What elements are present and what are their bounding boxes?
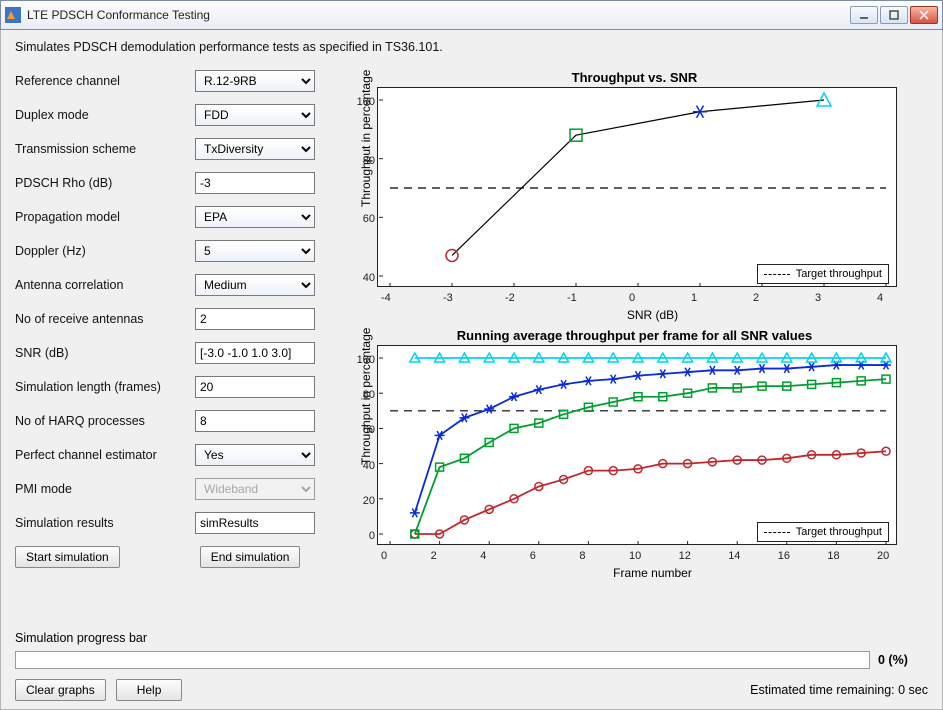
label-sim-length: Simulation length (frames) <box>15 380 195 394</box>
progress-bar <box>15 651 870 669</box>
clear-graphs-button[interactable]: Clear graphs <box>15 679 106 701</box>
select-perfect-est[interactable]: Yes <box>195 444 315 466</box>
select-propagation-model[interactable]: EPA <box>195 206 315 228</box>
start-simulation-button[interactable]: Start simulation <box>15 546 120 568</box>
chart1-title: Throughput vs. SNR <box>341 70 928 85</box>
label-rx-antennas: No of receive antennas <box>15 312 195 326</box>
close-button[interactable] <box>910 6 938 24</box>
chart-running-average: Running average throughput per frame for… <box>341 328 928 580</box>
label-pdsch-rho: PDSCH Rho (dB) <box>15 176 195 190</box>
select-duplex-mode[interactable]: FDD <box>195 104 315 126</box>
label-antenna-correlation: Antenna correlation <box>15 278 195 292</box>
eta-text: Estimated time remaining: 0 sec <box>750 683 928 697</box>
parameters-panel: Reference channelR.12-9RB Duplex modeFDD… <box>15 70 335 568</box>
label-harq: No of HARQ processes <box>15 414 195 428</box>
select-transmission-scheme[interactable]: TxDiversity <box>195 138 315 160</box>
input-sim-length[interactable] <box>195 376 315 398</box>
label-transmission-scheme: Transmission scheme <box>15 142 195 156</box>
chart1-legend-text: Target throughput <box>796 268 882 280</box>
label-snr: SNR (dB) <box>15 346 195 360</box>
progress-percent: 0 (%) <box>878 653 928 667</box>
label-doppler: Doppler (Hz) <box>15 244 195 258</box>
label-propagation-model: Propagation model <box>15 210 195 224</box>
label-sim-results: Simulation results <box>15 516 195 530</box>
dash-icon <box>764 532 790 533</box>
chart2-xlabel: Frame number <box>377 566 928 580</box>
select-antenna-correlation[interactable]: Medium <box>195 274 315 296</box>
chart2-legend: Target throughput <box>757 522 889 542</box>
window-titlebar: LTE PDSCH Conformance Testing <box>0 0 943 30</box>
input-harq[interactable] <box>195 410 315 432</box>
dash-icon <box>764 274 790 275</box>
label-pmi-mode: PMI mode <box>15 482 195 496</box>
minimize-button[interactable] <box>850 6 878 24</box>
chart2-plot <box>377 345 897 545</box>
input-sim-results[interactable] <box>195 512 315 534</box>
select-pmi-mode: Wideband <box>195 478 315 500</box>
input-rx-antennas[interactable] <box>195 308 315 330</box>
input-pdsch-rho[interactable] <box>195 172 315 194</box>
end-simulation-button[interactable]: End simulation <box>200 546 301 568</box>
chart2-title: Running average throughput per frame for… <box>341 328 928 343</box>
maximize-button[interactable] <box>880 6 908 24</box>
content-area: Simulates PDSCH demodulation performance… <box>0 30 943 710</box>
app-icon <box>5 7 21 23</box>
chart1-xlabel: SNR (dB) <box>377 308 928 322</box>
select-reference-channel[interactable]: R.12-9RB <box>195 70 315 92</box>
window-title: LTE PDSCH Conformance Testing <box>27 8 850 22</box>
chart-throughput-vs-snr: Throughput vs. SNR Throughput in percent… <box>341 70 928 322</box>
chart2-legend-text: Target throughput <box>796 526 882 538</box>
input-snr[interactable] <box>195 342 315 364</box>
label-perfect-est: Perfect channel estimator <box>15 448 195 462</box>
chart1-plot <box>377 87 897 287</box>
progress-label: Simulation progress bar <box>15 631 928 645</box>
description-text: Simulates PDSCH demodulation performance… <box>15 40 928 54</box>
select-doppler[interactable]: 5 <box>195 240 315 262</box>
charts-panel: Throughput vs. SNR Throughput in percent… <box>341 70 928 584</box>
label-duplex-mode: Duplex mode <box>15 108 195 122</box>
label-reference-channel: Reference channel <box>15 74 195 88</box>
chart1-legend: Target throughput <box>757 264 889 284</box>
help-button[interactable]: Help <box>116 679 183 701</box>
